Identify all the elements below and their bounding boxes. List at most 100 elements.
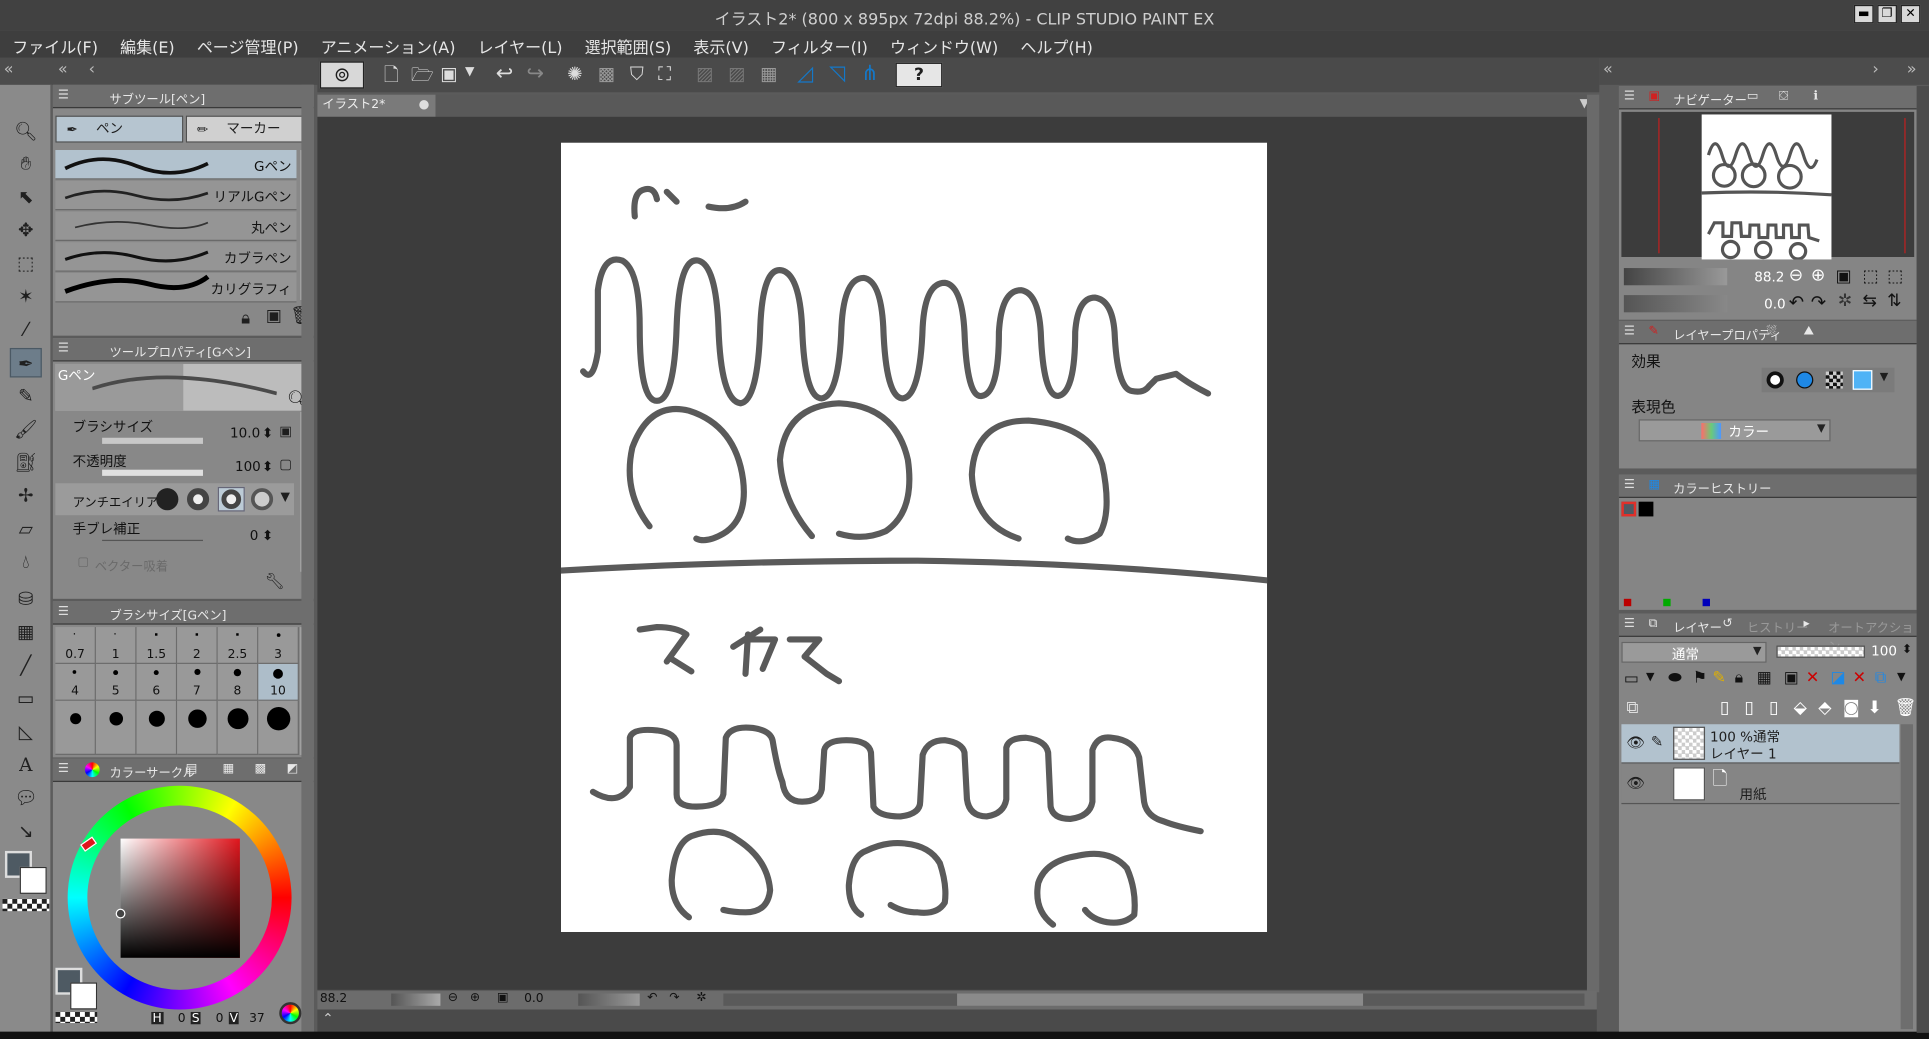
- fill-icon[interactable]: ⛁: [10, 584, 42, 614]
- stabilization-spin-icon[interactable]: ⬍: [262, 527, 273, 543]
- size-cell[interactable]: [95, 700, 137, 755]
- size-cell[interactable]: 4: [55, 663, 96, 701]
- ruler-icon[interactable]: ◺: [10, 717, 42, 747]
- collapse-left-icon[interactable]: «: [4, 60, 14, 78]
- layer-color-icon[interactable]: [1796, 371, 1814, 389]
- size-cell[interactable]: 6: [136, 663, 178, 701]
- expand-right-icon[interactable]: »: [1907, 60, 1917, 78]
- navigator-flip-h-icon[interactable]: ⇆: [1863, 291, 1877, 311]
- document-tab[interactable]: イラスト2* ●: [317, 94, 436, 117]
- settings-wrench-icon[interactable]: 🔧︎: [264, 573, 284, 591]
- right-panel-scrollbar[interactable]: [1916, 86, 1929, 1033]
- size-cell[interactable]: [177, 700, 218, 755]
- navigator-reset-icon[interactable]: ✲: [1838, 291, 1852, 311]
- new-subtool-icon[interactable]: ▣: [266, 306, 282, 326]
- figure-icon[interactable]: ╱: [10, 650, 42, 680]
- layer-opacity-value[interactable]: 100: [1871, 643, 1897, 659]
- material-tab-icon[interactable]: ⛰: [1803, 325, 1813, 339]
- pen-tool-icon[interactable]: ✒︎: [9, 347, 42, 378]
- size-cell[interactable]: [258, 700, 299, 755]
- move-layer-icon[interactable]: ✥: [10, 215, 42, 245]
- operation-tool-icon[interactable]: ⬉: [10, 182, 42, 212]
- left-panel-scrollbar[interactable]: [301, 84, 314, 1039]
- mask-off-icon[interactable]: ✕: [1806, 669, 1819, 687]
- navigator-zoom-out-icon[interactable]: ⊖: [1789, 266, 1803, 286]
- fit-screen-icon[interactable]: ▣: [497, 991, 509, 1005]
- intermediate-color-tab-icon[interactable]: ▩: [255, 762, 267, 776]
- snap-grid-icon[interactable]: ⋔: [861, 61, 879, 86]
- visibility-eye-icon[interactable]: 👁︎: [1626, 775, 1645, 792]
- lock-icon[interactable]: 🔒︎: [241, 309, 250, 329]
- tab-history[interactable]: ヒストリー: [1747, 617, 1809, 636]
- rotation-slider[interactable]: [578, 993, 640, 1006]
- menu-filter[interactable]: フィルター(I): [759, 31, 878, 57]
- navigator-rotation-value[interactable]: 0.0: [1764, 296, 1786, 312]
- redo-icon[interactable]: ↪: [527, 61, 545, 86]
- minimize-button[interactable]: ▬: [1853, 4, 1874, 24]
- move-layer-icon[interactable]: ⬇: [1867, 698, 1881, 718]
- scale-icon[interactable]: ⛶: [658, 63, 671, 85]
- navigator-zoom-value[interactable]: 88.2: [1754, 269, 1784, 285]
- zoom-slider[interactable]: [391, 993, 441, 1006]
- chevron-down-icon[interactable]: ▼: [280, 491, 289, 505]
- close-button[interactable]: ✕: [1900, 4, 1921, 24]
- layer-color-swatch[interactable]: [1852, 370, 1873, 390]
- brush-tool-icon[interactable]: 🖌︎: [10, 414, 42, 444]
- current-sub-color[interactable]: [70, 982, 98, 1010]
- opacity-spin-icon[interactable]: ⬍: [1902, 643, 1912, 657]
- zoom-tool-icon[interactable]: 🔍︎: [10, 117, 42, 147]
- subtool-tab-marker[interactable]: ✏︎ マーカー: [185, 115, 312, 143]
- expand-timeline-icon[interactable]: ⌃: [322, 1011, 333, 1027]
- navigator-preview[interactable]: [1621, 111, 1915, 260]
- size-cell[interactable]: [55, 700, 96, 755]
- panel-menu-icon[interactable]: ☰: [58, 89, 69, 103]
- clipping-icon[interactable]: ⬬: [1668, 669, 1682, 687]
- color-mode-icon[interactable]: [279, 1002, 302, 1025]
- collapse-tools-icon[interactable]: «: [58, 60, 68, 78]
- size-cell[interactable]: 5: [95, 663, 137, 701]
- navigator-actual-size-icon[interactable]: ⬚: [1887, 267, 1903, 287]
- antialias-strong-button[interactable]: [250, 488, 274, 511]
- chevron-down-icon[interactable]: ▼: [1897, 671, 1906, 683]
- menu-help[interactable]: ヘルプ(H): [1008, 31, 1103, 57]
- balloon-icon[interactable]: 💬︎: [10, 783, 42, 813]
- opacity-spin-icon[interactable]: ⬍: [262, 459, 273, 475]
- history-swatch[interactable]: [1638, 501, 1654, 517]
- subtool-tab-pen[interactable]: ✒︎ ペン: [55, 115, 184, 143]
- chevron-down-icon[interactable]: ▼: [1880, 371, 1889, 383]
- panel-menu-icon[interactable]: ☰: [1624, 90, 1635, 104]
- draft-layer-icon[interactable]: ✎: [1712, 669, 1725, 687]
- opacity-value[interactable]: 100: [235, 459, 261, 475]
- item-bank-tab-icon[interactable]: ⛋: [1779, 90, 1788, 104]
- open-file-icon[interactable]: 🗁︎: [411, 63, 434, 94]
- fill-selection-icon[interactable]: ⛉: [630, 63, 644, 85]
- clear-icon[interactable]: ✺: [567, 63, 582, 85]
- text-tool-icon[interactable]: A: [10, 750, 42, 780]
- info-tab-icon[interactable]: ℹ: [1813, 90, 1818, 104]
- panel-menu-icon[interactable]: ☰: [58, 342, 69, 356]
- navigator-fit-icon[interactable]: ▣: [1835, 267, 1851, 287]
- opacity-toggle-icon[interactable]: ▢: [279, 456, 292, 472]
- navigator-zoom-in-icon[interactable]: ⊕: [1811, 266, 1825, 286]
- size-cell[interactable]: 1: [95, 627, 137, 664]
- rotate-right-icon[interactable]: ↷: [669, 991, 679, 1005]
- pressure-icon[interactable]: ▣: [279, 423, 292, 439]
- new-vector-layer-icon[interactable]: ▯: [1744, 698, 1753, 718]
- lock-layer-icon[interactable]: 🔒︎: [1735, 669, 1744, 687]
- panel-menu-icon[interactable]: ☰: [58, 605, 69, 619]
- layer-list-scrollbar[interactable]: [1900, 724, 1913, 1030]
- new-folder-icon[interactable]: ▯: [1769, 698, 1778, 718]
- airbrush-icon[interactable]: ⛽︎: [10, 448, 42, 478]
- vector-snap-checkbox[interactable]: ▢: [78, 556, 90, 570]
- brush-size-slider[interactable]: [102, 437, 203, 444]
- canvas-vertical-scrollbar[interactable]: [1586, 94, 1600, 993]
- stabilization-value[interactable]: 0: [250, 527, 259, 543]
- size-cell[interactable]: 7: [177, 663, 218, 701]
- zoom-out-icon[interactable]: ⊖: [448, 991, 458, 1005]
- antialias-none-button[interactable]: [156, 488, 179, 511]
- decoration-icon[interactable]: ✢: [10, 481, 42, 511]
- panel-menu-icon[interactable]: ☰: [58, 762, 69, 776]
- new-raster-layer-icon[interactable]: ▯: [1720, 698, 1729, 718]
- menu-selection[interactable]: 選択範囲(S): [572, 31, 681, 57]
- collapse-right-icon[interactable]: «: [1603, 60, 1613, 78]
